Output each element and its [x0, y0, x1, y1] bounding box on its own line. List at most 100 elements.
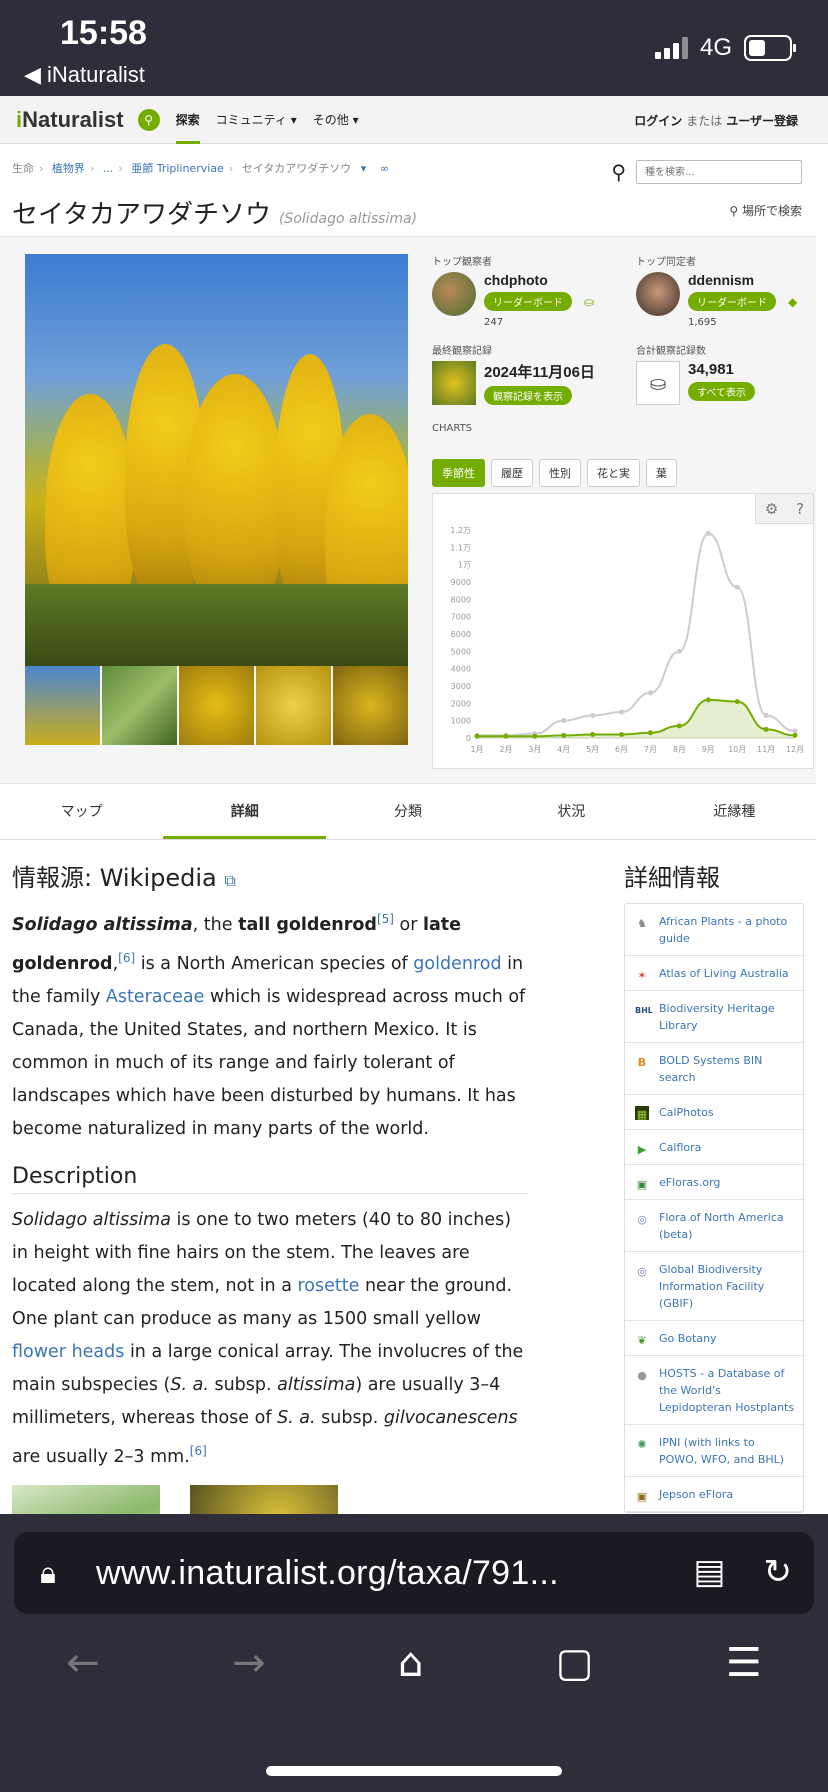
calflora-icon: ▶	[637, 1143, 647, 1156]
thumbnail[interactable]	[25, 666, 100, 745]
crumb-tribe[interactable]: 亜節 Triplinerviae	[131, 162, 224, 175]
x-tick-label: 7月	[644, 745, 657, 754]
list-item[interactable]: ✺ IPNI (with links to POWO, WFO, and BHL)	[625, 1425, 803, 1477]
charts-label: CHARTS	[432, 423, 473, 434]
list-item[interactable]: ◎ Flora of North America (beta)	[625, 1200, 803, 1252]
chart-tab-leaves[interactable]: 葉	[646, 459, 677, 487]
link-asteraceae[interactable]: Asteraceae	[106, 987, 205, 1007]
avatar[interactable]	[636, 272, 680, 316]
home-icon[interactable]: ⌂	[398, 1640, 423, 1686]
forward-arrow-icon[interactable]: →	[232, 1640, 266, 1686]
list-item[interactable]: ♞ African Plants - a photo guide	[625, 904, 803, 956]
pin-icon: ⚲	[729, 204, 742, 218]
ref-link[interactable]: [6]	[118, 951, 135, 965]
leaderboard-button[interactable]: リーダーボード	[688, 292, 776, 311]
badge-icon: ◆	[788, 295, 798, 309]
network-label: 4G	[699, 34, 732, 61]
external-link-icon[interactable]: ⧉	[224, 871, 235, 890]
binoculars-icon: ⛀	[584, 295, 595, 309]
top-nav: iNaturalist ⚲ 探索 コミュニティ ▾ その他 ▾ ログイン またはユ…	[0, 96, 828, 144]
list-item[interactable]: ▶ Calflora	[625, 1130, 803, 1165]
ref-link[interactable]: [5]	[377, 912, 394, 926]
top-observer-name[interactable]: chdphoto	[484, 272, 594, 288]
nav-community[interactable]: コミュニティ ▾	[216, 96, 297, 144]
url-text[interactable]: www.inaturalist.org/taxa/791...	[96, 1554, 559, 1593]
thumbnail[interactable]	[179, 666, 254, 745]
status-icons: 4G	[654, 34, 796, 62]
gear-icon[interactable]: ⚙	[765, 500, 778, 518]
crumb-dots[interactable]: ...	[103, 162, 114, 175]
link-flower-heads[interactable]: flower heads	[12, 1342, 124, 1362]
total-obs-count: 34,981	[688, 361, 734, 378]
data-point	[676, 723, 682, 729]
inaturalist-logo[interactable]: iNaturalist	[16, 107, 124, 133]
view-observations-button[interactable]: 観察記録を表示	[484, 386, 572, 405]
chart-tab-history[interactable]: 履歴	[491, 459, 533, 487]
thumbnail[interactable]	[333, 666, 408, 745]
home-indicator	[266, 1766, 562, 1776]
list-item[interactable]: ▣ Jepson eFlora	[625, 1477, 803, 1512]
reload-icon[interactable]: ↻	[764, 1552, 793, 1592]
last-obs-date: 2024年11月06日	[484, 364, 595, 381]
y-tick-label: 1.1万	[450, 543, 471, 552]
search-icon[interactable]: ⚲	[137, 108, 160, 131]
ipni-icon: ✺	[637, 1438, 647, 1451]
list-item[interactable]: B BOLD Systems BIN search	[625, 1043, 803, 1095]
tab-details[interactable]: 詳細	[163, 786, 327, 839]
series-line	[476, 532, 796, 737]
tab-status[interactable]: 状況	[490, 786, 653, 839]
main-photo[interactable]	[25, 254, 408, 666]
show-all-button[interactable]: すべて表示	[688, 382, 755, 401]
magnifier-icon[interactable]: ⚲	[611, 160, 626, 184]
thumbnail[interactable]	[256, 666, 331, 745]
series-area	[477, 699, 795, 738]
bhl-icon: BHL	[635, 1006, 653, 1015]
list-item[interactable]: ◎ Global Biodiversity Information Facilit…	[625, 1252, 803, 1321]
list-item[interactable]: ❦ Go Botany	[625, 1321, 803, 1356]
back-arrow-icon[interactable]: ←	[66, 1640, 100, 1686]
status-bar: 15:58 ◀ iNaturalist 4G	[0, 0, 828, 96]
menu-icon[interactable]: ☰	[726, 1640, 762, 1686]
crumb-life[interactable]: 生命	[12, 162, 34, 175]
thumbnail[interactable]	[102, 666, 177, 745]
data-point	[590, 732, 596, 738]
tab-similar[interactable]: 近縁種	[653, 786, 816, 839]
gobotany-icon: ❦	[637, 1334, 647, 1347]
login-link[interactable]: ログイン	[634, 114, 682, 128]
list-item[interactable]: ▣ eFloras.org	[625, 1165, 803, 1200]
ref-link[interactable]: [6]	[190, 1444, 207, 1458]
chart-tab-seasonality[interactable]: 季節性	[432, 459, 485, 487]
chevron-down-icon[interactable]: ▾	[361, 162, 367, 175]
data-point	[734, 584, 740, 590]
tab-taxonomy[interactable]: 分類	[326, 786, 489, 839]
avatar[interactable]	[432, 272, 476, 316]
address-bar[interactable]: 🔒︎ www.inaturalist.org/taxa/791... ▤ ↻	[14, 1532, 814, 1614]
link-rosette[interactable]: rosette	[298, 1276, 360, 1296]
top-identifier-name[interactable]: ddennism	[688, 272, 797, 288]
taxon-search-input[interactable]	[636, 160, 802, 184]
photo-thumbnails	[25, 666, 408, 745]
list-item[interactable]: ▦ CalPhotos	[625, 1095, 803, 1130]
link-goldenrod[interactable]: goldenrod	[413, 954, 501, 974]
nav-explore[interactable]: 探索	[175, 96, 200, 144]
gbif-icon: ◎	[637, 1265, 647, 1278]
crumb-plants[interactable]: 植物界	[52, 162, 85, 175]
place-search-link[interactable]: ⚲ 場所で検索	[729, 202, 802, 219]
last-obs-thumbnail[interactable]	[432, 361, 476, 405]
x-tick-label: 9月	[702, 745, 715, 754]
nav-more[interactable]: その他 ▾	[313, 96, 359, 144]
list-item[interactable]: ● HOSTS - a Database of the World's Lepid…	[625, 1356, 803, 1425]
link-icon[interactable]: ∞	[380, 162, 389, 175]
reader-icon[interactable]: ▤	[693, 1552, 725, 1592]
tabs-icon[interactable]: ▢	[556, 1640, 594, 1686]
back-to-app[interactable]: ◀ iNaturalist	[24, 62, 145, 88]
help-icon[interactable]: ?	[796, 500, 804, 518]
data-point	[647, 690, 653, 696]
list-item[interactable]: BHL Biodiversity Heritage Library	[625, 991, 803, 1043]
tab-map[interactable]: マップ	[0, 786, 163, 839]
leaderboard-button[interactable]: リーダーボード	[484, 292, 572, 311]
chart-tab-sex[interactable]: 性別	[539, 459, 581, 487]
signup-link[interactable]: ユーザー登録	[726, 114, 798, 128]
list-item[interactable]: ✶ Atlas of Living Australia	[625, 956, 803, 991]
chart-tab-flowers[interactable]: 花と実	[587, 459, 640, 487]
